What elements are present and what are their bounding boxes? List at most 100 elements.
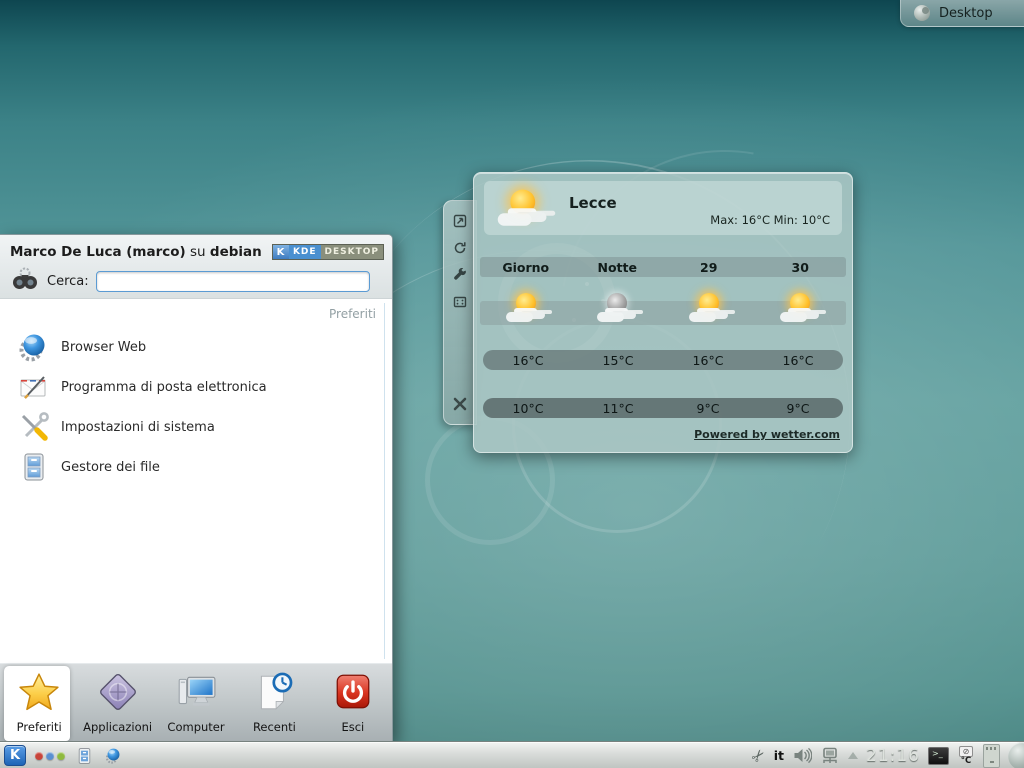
search-input[interactable] — [96, 271, 370, 292]
tab-label: Applicazioni — [83, 720, 152, 734]
weather-day-temps: 16°C 15°C 16°C 16°C — [483, 350, 843, 370]
desktop: Desktop — [0, 0, 1024, 768]
red-dot-icon — [35, 752, 43, 760]
kickoff-header: Marco De Luca (marco) su debian K KDE DE… — [0, 235, 392, 299]
volume-icon[interactable] — [792, 746, 812, 766]
tab-label: Esci — [341, 720, 364, 734]
sun-cloud-icon — [686, 291, 732, 325]
sun-cloud-icon — [503, 291, 549, 325]
tab-esci[interactable]: Esci — [314, 664, 392, 741]
badge-desktop-label: DESKTOP — [321, 245, 383, 259]
weather-tray-icon[interactable]: ⊘ °C — [957, 746, 975, 766]
network-monitor-icon[interactable] — [820, 746, 840, 766]
favorites-list: Browser Web Programma di posta elettroni… — [12, 327, 392, 487]
klipper-scissors-icon[interactable]: ✂ — [749, 745, 770, 766]
green-dot-icon — [57, 752, 65, 760]
day-temp: 16°C — [663, 353, 753, 368]
tab-recenti[interactable]: Recenti — [235, 664, 313, 741]
kde-menu-button[interactable]: K — [4, 745, 26, 766]
weather-header: Lecce Max: 16°C Min: 10°C — [484, 181, 842, 235]
weather-credit-link[interactable]: Powered by wetter.com — [694, 428, 840, 441]
computer-icon — [175, 671, 217, 717]
configure-wrench-icon[interactable] — [452, 267, 468, 283]
tab-applicazioni[interactable]: Applicazioni — [78, 664, 156, 741]
menu-item-label: Browser Web — [61, 340, 146, 355]
weather-tray-label: °C — [961, 757, 972, 766]
recent-documents-icon — [253, 671, 295, 717]
weather-night-temps: 10°C 11°C 9°C 9°C — [483, 398, 843, 418]
tab-preferiti[interactable]: Preferiti — [0, 664, 78, 741]
menu-item-system-settings[interactable]: Impostazioni di sistema — [12, 407, 392, 447]
cashew-icon — [914, 5, 930, 21]
weather-column-headers: Giorno Notte 29 30 — [480, 257, 846, 277]
web-browser-icon — [18, 331, 50, 363]
bottom-panel: K ✂ it — [0, 742, 1024, 768]
digital-clock[interactable]: 21:16 — [866, 746, 920, 766]
sun-cloud-icon — [777, 291, 823, 325]
menu-item-label: Gestore dei file — [61, 460, 160, 475]
star-icon — [18, 671, 60, 717]
day-temp: 15°C — [573, 353, 663, 368]
applications-diamond-icon — [97, 671, 139, 717]
night-temp: 9°C — [753, 401, 843, 416]
desktop-toolbox[interactable]: Desktop — [900, 0, 1024, 27]
weather-widget: Lecce Max: 16°C Min: 10°C Giorno Notte 2… — [473, 172, 853, 453]
system-settings-icon — [18, 411, 50, 443]
weather-col-label: Notte — [572, 260, 664, 275]
email-icon — [18, 371, 50, 403]
night-temp: 10°C — [483, 401, 573, 416]
rotate-icon[interactable] — [452, 240, 468, 256]
day-temp: 16°C — [753, 353, 843, 368]
notes-widget[interactable] — [983, 744, 1000, 768]
desktop-toolbox-label: Desktop — [939, 6, 993, 21]
user-connector: su — [186, 244, 210, 260]
blue-dot-icon — [46, 752, 54, 760]
menu-item-label: Programma di posta elettronica — [61, 380, 267, 395]
weather-city: Lecce — [569, 194, 617, 212]
power-icon — [332, 671, 374, 717]
day-temp: 16°C — [483, 353, 573, 368]
badge-kde-label: KDE — [289, 245, 321, 259]
favorites-section-label: Preferiti — [329, 307, 376, 321]
web-browser-launcher[interactable] — [103, 746, 123, 766]
weather-widget-handle[interactable] — [443, 200, 477, 425]
search-label: Cerca: — [47, 274, 89, 289]
weather-icon-row — [480, 279, 846, 325]
weather-col-label: 30 — [755, 260, 847, 275]
kickoff-user-title: Marco De Luca (marco) su debian — [10, 244, 262, 260]
user-name: Marco De Luca (marco) — [10, 244, 186, 260]
moon-cloud-icon — [594, 291, 640, 325]
settings-square-icon[interactable] — [452, 294, 468, 310]
night-temp: 11°C — [573, 401, 663, 416]
weather-col-label: Giorno — [480, 260, 572, 275]
keyboard-layout-indicator[interactable]: it — [774, 748, 784, 763]
night-temp: 9°C — [663, 401, 753, 416]
weather-max-min: Max: 16°C Min: 10°C — [710, 213, 830, 227]
kde-desktop-badge: K KDE DESKTOP — [272, 244, 384, 260]
terminal-icon[interactable]: >_ — [928, 747, 949, 765]
tab-label: Computer — [167, 720, 224, 734]
kde-logo-icon: K — [273, 245, 289, 259]
menu-item-file-manager[interactable]: Gestore dei file — [12, 447, 392, 487]
tab-label: Recenti — [253, 720, 296, 734]
no-data-icon: ⊘ — [959, 746, 973, 757]
menu-item-email[interactable]: Programma di posta elettronica — [12, 367, 392, 407]
resize-icon[interactable] — [452, 213, 468, 229]
activity-dots[interactable] — [35, 752, 65, 760]
panel-cashew[interactable] — [1008, 742, 1024, 768]
kickoff-menu: Marco De Luca (marco) su debian K KDE DE… — [0, 234, 393, 742]
sun-cloud-icon — [494, 187, 552, 230]
tab-computer[interactable]: Computer — [157, 664, 235, 741]
kickoff-tabbar: Preferiti Applicazioni — [0, 663, 392, 741]
tray-expander-icon[interactable] — [848, 752, 858, 759]
search-binoculars-icon — [10, 266, 40, 296]
file-manager-launcher[interactable] — [74, 746, 94, 766]
menu-item-label: Impostazioni di sistema — [61, 420, 215, 435]
scrollbar[interactable] — [384, 303, 385, 659]
host-name: debian — [210, 244, 262, 260]
kickoff-content: Preferiti — [0, 299, 392, 663]
menu-item-browser-web[interactable]: Browser Web — [12, 327, 392, 367]
close-icon[interactable] — [452, 396, 468, 412]
weather-col-label: 29 — [663, 260, 755, 275]
file-manager-icon — [18, 451, 50, 483]
